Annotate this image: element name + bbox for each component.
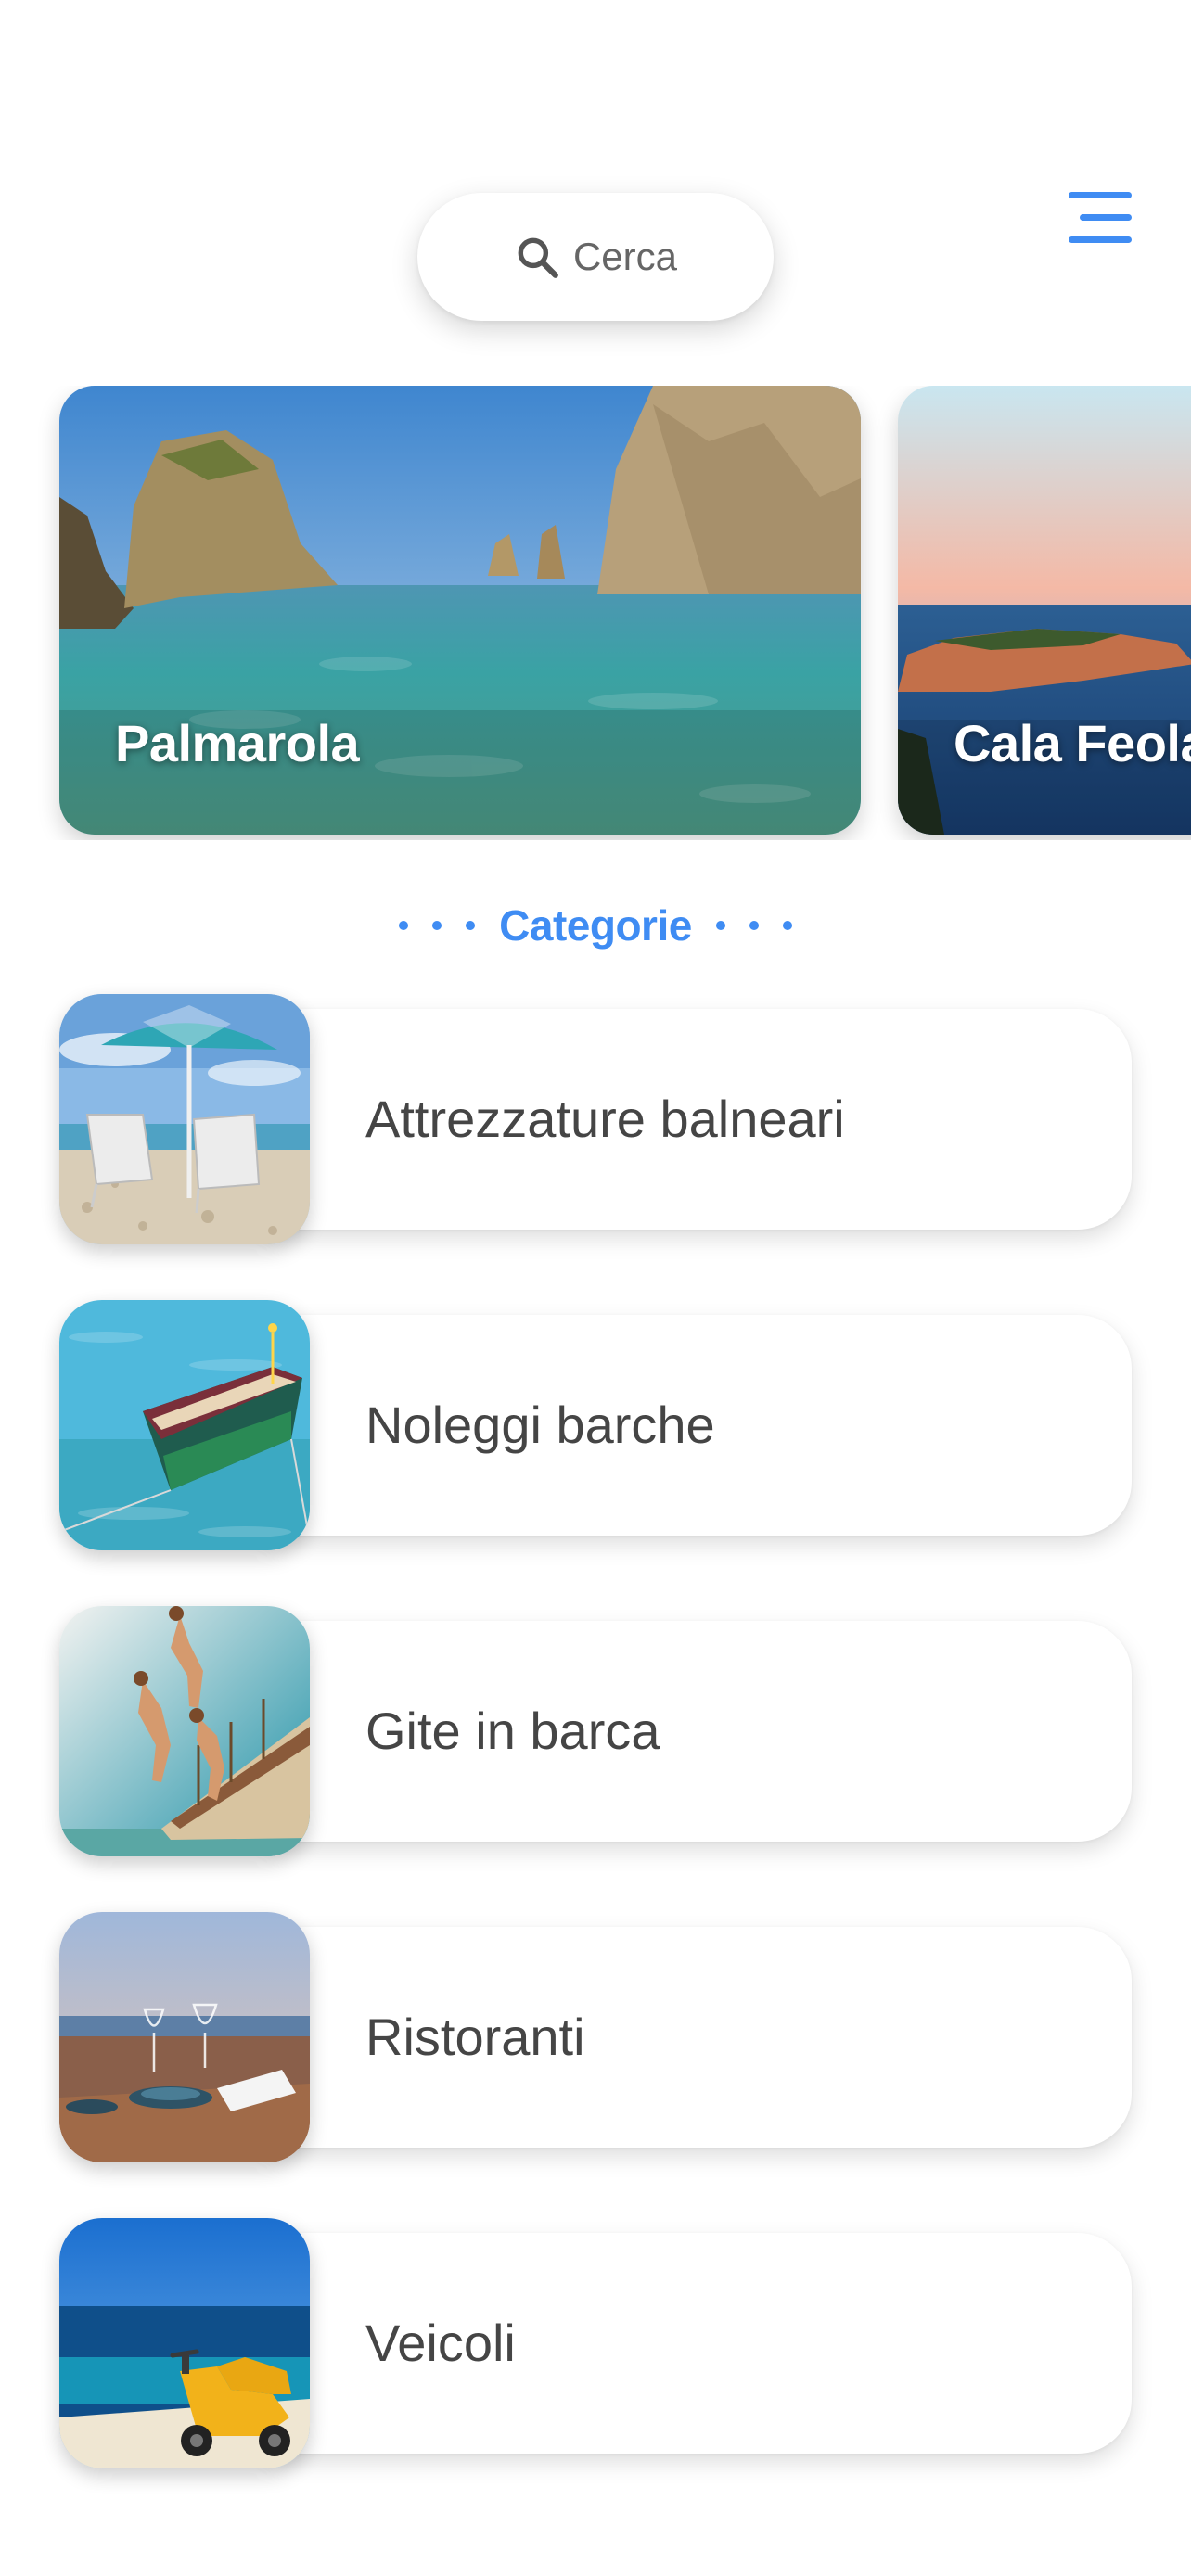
beach-umbrella-photo [59, 994, 310, 1244]
category-thumbnail [59, 2218, 310, 2468]
category-label: Veicoli [365, 2314, 516, 2372]
search-label: Cerca [572, 235, 678, 278]
category-label: Gite in barca [365, 1702, 660, 1760]
category-item-gite-in-barca[interactable]: Gite in barca [59, 1606, 1132, 1856]
dots-left-decoration [399, 921, 476, 930]
featured-card-palmarola[interactable]: Palmarola [59, 386, 861, 835]
category-label: Noleggi barche [365, 1396, 715, 1454]
category-thumbnail [59, 1300, 310, 1550]
hamburger-menu-button[interactable] [1065, 190, 1135, 246]
search-icon [518, 237, 558, 278]
featured-title: Cala Feola [954, 714, 1191, 772]
categories-title: Categorie [499, 901, 692, 950]
category-item-ristoranti[interactable]: Ristoranti [59, 1912, 1132, 2162]
category-item-attrezzature-balneari[interactable]: Attrezzature balneari [59, 994, 1132, 1244]
dots-right-decoration [715, 921, 792, 930]
boat-diving-photo [59, 1606, 310, 1856]
category-thumbnail [59, 1912, 310, 2162]
category-label: Attrezzature balneari [365, 1090, 845, 1148]
category-label: Ristoranti [365, 2008, 585, 2066]
seaside-table-photo [59, 1912, 310, 2162]
category-thumbnail [59, 994, 310, 1244]
categories-header: Categorie [0, 896, 1191, 955]
featured-title: Palmarola [115, 714, 360, 772]
rowing-boat-photo [59, 1300, 310, 1550]
featured-carousel[interactable]: Palmarola Cala Feola [0, 386, 1191, 840]
category-thumbnail [59, 1606, 310, 1856]
search-button[interactable]: Cerca [417, 193, 774, 321]
category-item-veicoli[interactable]: Veicoli [59, 2218, 1132, 2468]
featured-card-cala-feola[interactable]: Cala Feola [898, 386, 1191, 835]
category-item-noleggi-barche[interactable]: Noleggi barche [59, 1300, 1132, 1550]
hamburger-menu-icon [1069, 192, 1132, 243]
scooter-photo [59, 2218, 310, 2468]
